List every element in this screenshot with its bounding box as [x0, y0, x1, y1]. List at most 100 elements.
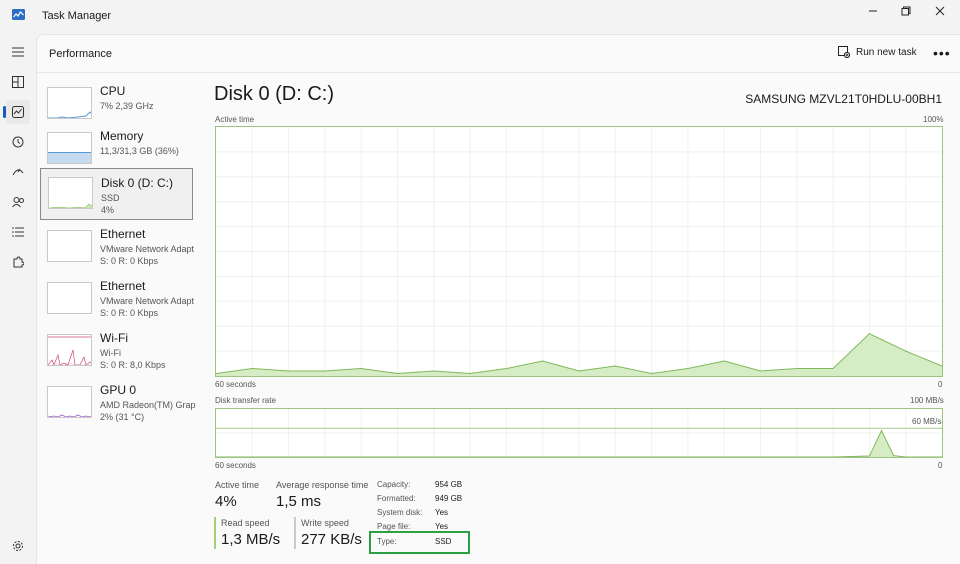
cpu-thumbnail: [47, 87, 92, 119]
chart-data-point: [893, 454, 895, 457]
active-time-max-label: 100%: [923, 115, 944, 124]
close-icon: [935, 6, 945, 16]
nav-startup-apps[interactable]: [6, 160, 30, 184]
chart-zero-label: 0: [938, 380, 943, 389]
restore-button[interactable]: [889, 0, 923, 22]
chart-data-point: [614, 365, 616, 367]
chart-data-point: [868, 333, 871, 335]
capacity-value: 954 GB: [435, 480, 463, 489]
users-icon: [11, 197, 24, 208]
chart-zero-label: 0: [938, 461, 943, 470]
chart-data-point: [687, 367, 689, 370]
run-new-task-label: Run new task: [856, 46, 917, 58]
gpu-thumbnail: [47, 386, 92, 418]
nav-details[interactable]: [6, 220, 30, 244]
device-name: CPU: [100, 84, 126, 98]
services-puzzle-icon: [13, 256, 24, 268]
avg-response-value: 1,5 ms: [276, 493, 322, 510]
device-detail: VMware Network Adapt: [100, 244, 195, 254]
chart-data-point: [905, 350, 907, 352]
transfer-rate-chart-label: Disk transfer rate: [215, 396, 276, 405]
chart-time-span-label: 60 seconds: [215, 461, 256, 470]
chart-data-point: [215, 456, 217, 458]
chart-data-point: [880, 430, 883, 432]
active-time-chart-svg: [215, 127, 943, 376]
left-navigation: [0, 34, 36, 564]
nav-app-history[interactable]: [6, 130, 30, 154]
device-name: Disk 0 (D: C:): [101, 176, 173, 190]
nav-services[interactable]: [6, 250, 30, 274]
chart-data-point: [433, 370, 435, 372]
page-title: Performance: [49, 48, 112, 60]
disk-model: SAMSUNG MZVL21T0HDLU-00BH1: [745, 92, 942, 106]
close-button[interactable]: [923, 0, 957, 22]
device-ethernet-1[interactable]: Ethernet VMware Network Adapt S: 0 R: 0 …: [40, 227, 195, 279]
device-detail-2: 4%: [101, 205, 115, 215]
window-title: Task Manager: [42, 10, 112, 22]
type-value: SSD: [435, 537, 452, 546]
active-time-stat-value: 4%: [215, 493, 237, 510]
device-wifi[interactable]: Wi-Fi Wi-Fi S: 0 R: 8,0 Kbps: [40, 331, 193, 383]
device-detail-2: 2% (31 °C): [100, 412, 145, 422]
device-disk-0[interactable]: Disk 0 (D: C:) SSD 4%: [40, 168, 193, 220]
performance-icon: [12, 106, 24, 118]
device-ethernet-2[interactable]: Ethernet VMware Network Adapt S: 0 R: 0 …: [40, 279, 194, 331]
write-speed-indicator: [294, 517, 296, 549]
chart-data-point: [360, 367, 362, 370]
read-speed-value: 1,3 MB/s: [221, 531, 281, 548]
hamburger-menu-button[interactable]: [6, 40, 30, 64]
wifi-thumbnail: [47, 334, 92, 366]
nav-settings[interactable]: [6, 534, 30, 558]
page-file-value: Yes: [435, 522, 449, 531]
task-manager-app-icon: [12, 9, 25, 20]
device-detail-2: S: 0 R: 8,0 Kbps: [100, 360, 166, 370]
startup-icon: [12, 168, 24, 176]
device-detail-2: S: 0 R: 0 Kbps: [100, 308, 159, 318]
active-time-chart: [215, 126, 943, 377]
device-detail: AMD Radeon(TM) Grap.: [100, 400, 196, 410]
transfer-rate-chart-svg: [215, 409, 943, 458]
chart-data-point: [868, 455, 871, 457]
avg-response-label: Average response time: [276, 480, 369, 490]
more-options-button[interactable]: •••: [933, 45, 951, 61]
device-name: Memory: [100, 129, 144, 143]
chart-data-point: [832, 367, 834, 370]
system-disk-key: System disk:: [377, 508, 423, 517]
hamburger-icon: [12, 47, 24, 57]
history-icon: [12, 136, 24, 148]
system-disk-value: Yes: [435, 508, 449, 517]
chart-data-point: [396, 372, 399, 375]
read-speed-indicator: [214, 517, 216, 549]
ethernet-thumbnail: [47, 282, 92, 314]
nav-users[interactable]: [6, 190, 30, 214]
minimize-button[interactable]: [856, 0, 890, 22]
chart-data-point: [542, 360, 544, 362]
gear-icon: [13, 541, 23, 551]
run-new-task-button[interactable]: Run new task: [838, 46, 917, 58]
chart-data-point: [723, 360, 725, 362]
device-detail: 11,3/31,3 GB (36%): [100, 146, 179, 156]
device-detail: 7% 2,39 GHz: [100, 101, 154, 111]
disk-title: Disk 0 (D: C:): [214, 83, 334, 105]
chart-data-point: [759, 370, 762, 372]
write-speed-value: 277 KB/s: [301, 531, 362, 548]
device-name: GPU 0: [100, 383, 137, 397]
main-panel: Performance Run new task ••• CPU 7% 2,39…: [36, 34, 960, 564]
nav-processes[interactable]: [6, 70, 30, 94]
device-name: Ethernet: [100, 227, 146, 241]
memory-thumbnail: [47, 132, 92, 164]
nav-performance[interactable]: [3, 100, 30, 124]
minimize-icon: [869, 10, 877, 12]
chart-data-point: [941, 456, 943, 458]
formatted-value: 949 GB: [435, 494, 463, 503]
active-time-stat-label: Active time: [215, 480, 260, 490]
device-gpu-0[interactable]: GPU 0 AMD Radeon(TM) Grap. 2% (31 °C): [40, 383, 196, 435]
write-speed-label: Write speed: [301, 518, 349, 528]
capacity-key: Capacity:: [377, 480, 411, 489]
transfer-rate-mid-label: 60 MB/s: [912, 417, 942, 426]
chart-time-span-label: 60 seconds: [215, 380, 256, 389]
title-bar: Task Manager: [0, 0, 960, 34]
device-detail: SSD: [101, 193, 120, 203]
chart-data-point: [288, 370, 290, 372]
ethernet-thumbnail: [47, 230, 92, 262]
